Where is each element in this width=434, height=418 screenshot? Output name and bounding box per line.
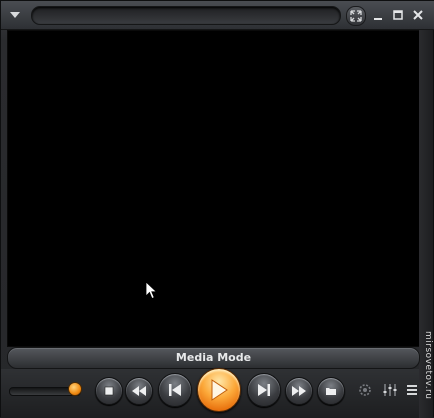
rewind-button[interactable] xyxy=(125,377,153,405)
minimize-icon xyxy=(374,18,382,20)
open-file-icon xyxy=(326,388,336,395)
equalizer-button[interactable] xyxy=(383,382,397,396)
next-track-button[interactable] xyxy=(247,373,281,407)
fast-forward-button[interactable] xyxy=(285,377,313,405)
stop-icon xyxy=(104,386,114,396)
playlist-button[interactable] xyxy=(406,382,418,396)
equalizer-icon xyxy=(383,384,397,396)
next-track-icon xyxy=(258,384,270,396)
mode-label: Media Mode xyxy=(175,351,252,364)
close-button[interactable] xyxy=(410,7,426,23)
previous-track-icon xyxy=(169,384,181,396)
previous-track-button[interactable] xyxy=(158,373,192,407)
minimize-button[interactable] xyxy=(370,7,386,23)
menu-button[interactable] xyxy=(5,6,25,24)
settings-button[interactable] xyxy=(357,382,373,398)
play-icon xyxy=(211,379,228,401)
stop-button[interactable] xyxy=(95,377,123,405)
open-file-button[interactable] xyxy=(317,377,345,405)
settings-icon xyxy=(359,384,371,396)
expand-button[interactable] xyxy=(346,6,366,26)
watermark-text: mirsovetov.ru xyxy=(423,331,433,400)
player-window: mirsovetov.ru Media Mode xyxy=(0,0,434,418)
maximize-button[interactable] xyxy=(390,7,406,23)
mouse-pointer-icon xyxy=(145,281,158,300)
volume-slider-thumb[interactable] xyxy=(68,382,82,396)
menu-triangle-icon xyxy=(10,12,20,18)
close-icon xyxy=(413,10,423,20)
play-button[interactable] xyxy=(197,368,241,412)
rewind-icon xyxy=(132,386,146,396)
maximize-icon xyxy=(393,10,403,20)
video-area[interactable] xyxy=(7,30,420,347)
mode-bar[interactable]: Media Mode xyxy=(7,347,420,369)
title-display xyxy=(31,6,341,25)
watermark: mirsovetov.ru xyxy=(421,331,434,416)
playlist-icon xyxy=(407,385,417,395)
fast-forward-icon xyxy=(292,386,306,396)
title-bar[interactable] xyxy=(1,1,434,30)
expand-icon xyxy=(350,10,362,22)
control-bar xyxy=(1,368,419,418)
